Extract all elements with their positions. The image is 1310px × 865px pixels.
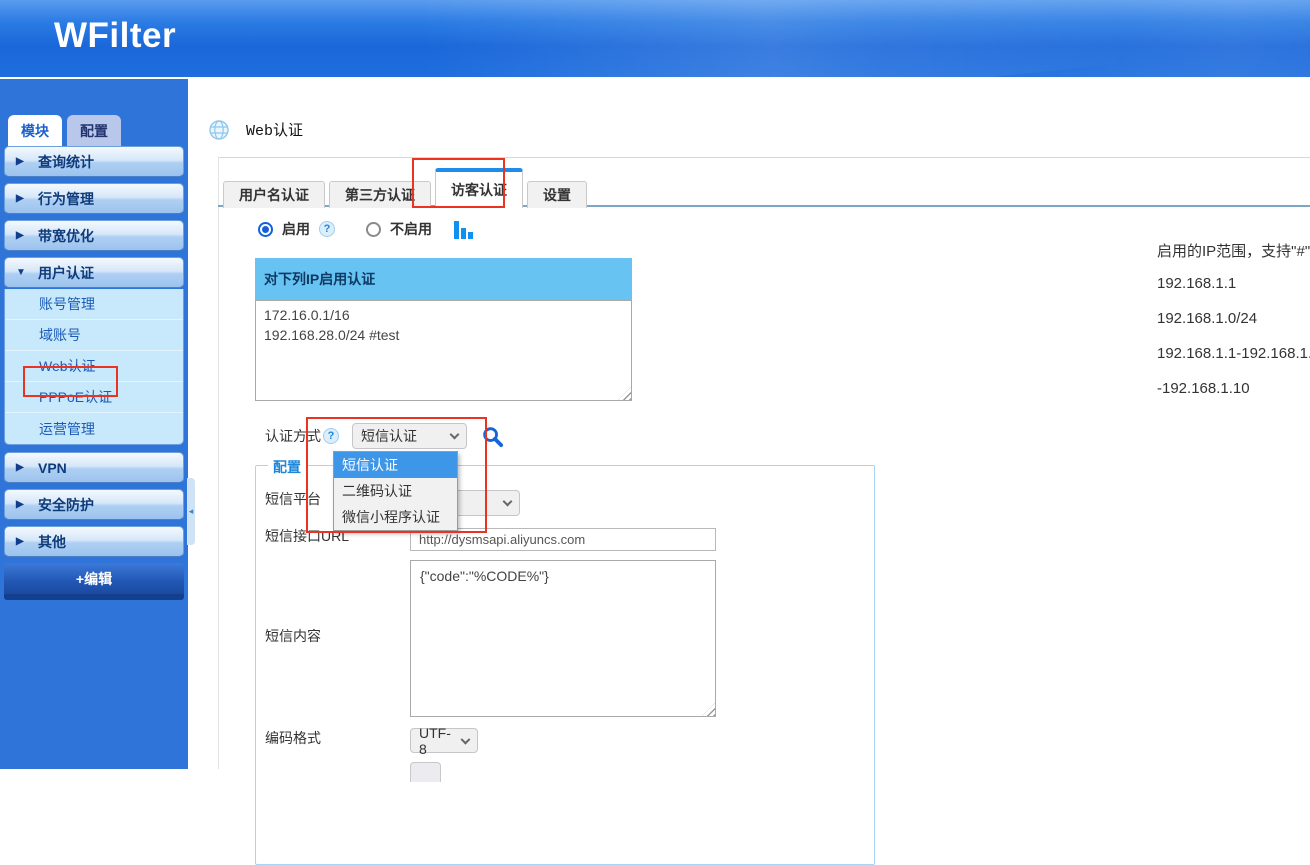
sidebar-tabs: 模块 配置	[8, 115, 121, 146]
enable-radio[interactable]	[258, 222, 273, 237]
sms-url-input[interactable]	[410, 528, 716, 551]
sidebar-item-account-mgmt[interactable]: 账号管理	[5, 289, 183, 320]
dropdown-option-qrcode[interactable]: 二维码认证	[334, 478, 457, 504]
sidebar-item-others[interactable]: ▶ 其他	[4, 526, 184, 557]
sidebar-item-label: PPPoE认证	[39, 387, 112, 407]
globe-icon	[209, 120, 229, 140]
auth-method-select[interactable]: 短信认证	[352, 423, 467, 449]
ip-range-textarea[interactable]: 172.16.0.1/16 192.168.28.0/24 #test	[255, 300, 632, 401]
sidebar-item-label: 查询统计	[38, 152, 94, 172]
arrow-right-icon: ▶	[16, 536, 27, 547]
help-line: 192.168.1.1-192.168.1.2	[1157, 345, 1310, 359]
sidebar-item-user-auth[interactable]: ▼ 用户认证	[4, 257, 184, 288]
sidebar-collapse-handle[interactable]: ◂	[187, 478, 195, 545]
arrow-right-icon: ▶	[16, 230, 27, 241]
sidebar-item-label: 用户认证	[38, 263, 94, 283]
sms-content-textarea[interactable]: {"code":"%CODE%"}	[410, 560, 716, 717]
config-legend: 配置	[268, 457, 306, 477]
question-glyph: ?	[328, 430, 335, 442]
dropdown-option-sms[interactable]: 短信认证	[334, 452, 457, 478]
sidebar-item-security[interactable]: ▶ 安全防护	[4, 489, 184, 520]
sidebar-item-label: 行为管理	[38, 189, 94, 209]
page-title-row: Web认证	[209, 119, 303, 140]
sidebar-item-domain-account[interactable]: 域账号	[5, 320, 183, 351]
auth-method-selected: 短信认证	[361, 426, 417, 446]
arrow-right-icon: ▶	[16, 462, 27, 473]
sidebar-item-label: Web认证	[39, 356, 96, 376]
question-glyph: ?	[324, 223, 331, 235]
sms-platform-label: 短信平台	[265, 489, 321, 509]
auth-method-row: 认证方式 ? 短信认证	[265, 423, 504, 449]
dropdown-option-wechat-mini[interactable]: 微信小程序认证	[334, 504, 457, 530]
chevron-down-icon	[461, 734, 471, 744]
arrow-right-icon: ▶	[16, 193, 27, 204]
help-line: 192.168.1.0/24	[1157, 310, 1310, 324]
help-icon[interactable]: ?	[319, 221, 335, 237]
sidebar-tab-modules[interactable]: 模块	[8, 115, 62, 146]
help-icon[interactable]: ?	[323, 428, 339, 444]
sidebar-tab-config[interactable]: 配置	[67, 115, 121, 146]
help-line: 启用的IP范围，支持"#"注	[1157, 240, 1310, 254]
auth-method-label: 认证方式	[265, 426, 321, 446]
bar-chart-icon[interactable]	[451, 218, 473, 240]
sidebar: 模块 配置 ▶ 查询统计 ▶ 行为管理 ▶ 带宽优化 ▼ 用户认证 账号管理 域…	[0, 77, 188, 769]
disable-radio-label: 不启用	[390, 219, 432, 239]
edit-menu-button[interactable]: +编辑	[4, 563, 184, 600]
sidebar-item-label: 运营管理	[39, 419, 95, 439]
sidebar-item-query-stats[interactable]: ▶ 查询统计	[4, 146, 184, 177]
help-line: 192.168.1.1	[1157, 275, 1310, 289]
top-banner: WFilter	[0, 0, 1310, 77]
enable-radio-group: 启用 ? 不启用	[258, 218, 473, 240]
auth-method-dropdown: 短信认证 二维码认证 微信小程序认证	[333, 451, 458, 531]
sidebar-item-web-auth[interactable]: Web认证	[5, 351, 183, 382]
search-icon[interactable]	[481, 425, 504, 448]
sidebar-item-bandwidth[interactable]: ▶ 带宽优化	[4, 220, 184, 251]
tab-settings[interactable]: 设置	[527, 181, 587, 208]
encoding-selected: UTF-8	[419, 725, 455, 757]
sidebar-item-label: 账号管理	[39, 294, 95, 314]
ip-help-panel: 启用的IP范围，支持"#"注 192.168.1.1 192.168.1.0/2…	[1157, 240, 1310, 415]
arrow-down-icon: ▼	[16, 267, 27, 278]
banner-streak	[875, 0, 1310, 77]
main-content: Web认证 用户名认证 第三方认证 访客认证 设置 启用 ? 不启用 对下列IP…	[200, 77, 1310, 769]
encoding-label: 编码格式	[265, 728, 321, 748]
tabstrip: 用户名认证 第三方认证 访客认证 设置	[223, 168, 587, 208]
brand-logo: WFilter	[54, 16, 176, 56]
collapse-arrow-icon: ◂	[189, 506, 194, 517]
sidebar-item-label: 域账号	[39, 325, 81, 345]
sidebar-item-label: 安全防护	[38, 495, 94, 515]
sidebar-item-label: 带宽优化	[38, 226, 94, 246]
sidebar-item-label: VPN	[38, 460, 67, 476]
tab-thirdparty-auth[interactable]: 第三方认证	[329, 181, 431, 208]
sidebar-item-pppoe-auth[interactable]: PPPoE认证	[5, 382, 183, 413]
chevron-down-icon	[503, 497, 513, 507]
sidebar-item-behavior-mgmt[interactable]: ▶ 行为管理	[4, 183, 184, 214]
partial-control[interactable]	[410, 762, 441, 782]
help-line: -192.168.1.10	[1157, 380, 1310, 394]
tab-guest-auth[interactable]: 访客认证	[435, 168, 523, 208]
sidebar-menu: ▶ 查询统计 ▶ 行为管理 ▶ 带宽优化 ▼ 用户认证 账号管理 域账号 Web…	[4, 146, 184, 600]
arrow-right-icon: ▶	[16, 499, 27, 510]
arrow-right-icon: ▶	[16, 156, 27, 167]
sidebar-item-label: 其他	[38, 532, 66, 552]
sidebar-submenu-user-auth: 账号管理 域账号 Web认证 PPPoE认证 运营管理	[4, 289, 184, 445]
disable-radio[interactable]	[366, 222, 381, 237]
enable-radio-label: 启用	[282, 219, 310, 239]
tab-username-auth[interactable]: 用户名认证	[223, 181, 325, 208]
page-title: Web认证	[246, 119, 303, 140]
sidebar-item-vpn[interactable]: ▶ VPN	[4, 452, 184, 483]
ip-section-header: 对下列IP启用认证	[255, 258, 632, 300]
sidebar-item-operation-mgmt[interactable]: 运营管理	[5, 413, 183, 444]
chevron-down-icon	[450, 430, 460, 440]
encoding-select[interactable]: UTF-8	[410, 728, 478, 753]
sms-content-label: 短信内容	[265, 626, 321, 646]
